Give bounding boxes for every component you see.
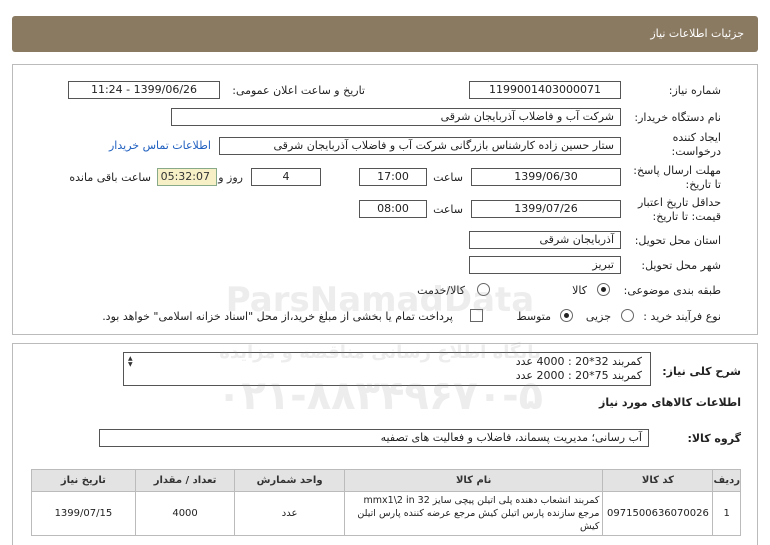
col-unit: واحد شمارش <box>234 469 345 492</box>
province-label: استان محل تحویل: <box>634 234 721 247</box>
buyer-field: شرکت آب و فاضلاب آذربایجان شرقی <box>171 108 621 126</box>
announce-field: 1399/06/26 - 11:24 <box>68 81 220 99</box>
goods-group-label-text: گروه کالا: <box>687 432 741 445</box>
purchase-minor-label: جزیی <box>585 310 611 323</box>
validity-date-field: 1399/07/26 <box>471 200 621 218</box>
cell-name: کمربند انشعاب دهنده پلی اتیلن پیچی سایز … <box>343 491 604 536</box>
cell-unit: عدد <box>234 491 345 536</box>
col-code: کد کالا <box>602 469 714 492</box>
creator-label-line2: درخواست: <box>671 145 721 158</box>
treasury-payment-note: پرداخت تمام یا بخشی از مبلغ خرید،از محل … <box>102 310 453 323</box>
purchase-medium-label: متوسط <box>516 310 551 323</box>
deadline-time-label: ساعت <box>433 171 463 184</box>
buyer-contact-link[interactable]: اطلاعات تماس خریدار <box>109 139 211 152</box>
table-row[interactable]: 1 0971500636070026 کمربند انشعاب دهنده پ… <box>31 491 741 536</box>
goods-group-field: آب رسانی؛ مدیریت پسماند، فاضلاب و فعالیت… <box>99 429 649 447</box>
summary-line-1: کمربند 32*20 : 4000 عدد <box>515 355 642 368</box>
buyer-label: نام دستگاه خریدار: <box>634 111 721 124</box>
cell-code: 0971500636070026 <box>602 491 714 536</box>
creator-field: ستار حسین زاده کارشناس بازرگانی شرکت آب … <box>219 137 621 155</box>
deadline-date-field: 1399/06/30 <box>471 168 621 186</box>
time-remaining-label: ساعت باقی مانده <box>69 171 151 184</box>
category-goods-radio[interactable] <box>597 283 610 296</box>
need-details-panel: شماره نیاز: 1199001403000071 تاریخ و ساع… <box>12 64 758 335</box>
need-number-label: شماره نیاز: <box>668 84 721 97</box>
page-title: جزئیات اطلاعات نیاز <box>650 27 744 40</box>
days-label: روز و <box>218 171 243 184</box>
summary-line-2: کمربند 75*20 : 2000 عدد <box>515 369 642 382</box>
summary-textarea[interactable]: کمربند 32*20 : 4000 عدد کمربند 75*20 : 2… <box>123 352 651 386</box>
col-qty: تعداد / مقدار <box>134 469 236 492</box>
validity-label-line1: حداقل تاریخ اعتبار <box>637 196 721 209</box>
goods-table-header: ردیف کد کالا نام کالا واحد شمارش تعداد /… <box>31 469 741 492</box>
cell-qty: 4000 <box>134 491 236 536</box>
treasury-payment-checkbox[interactable] <box>470 309 483 322</box>
category-label: طبقه بندی موضوعی: <box>623 284 721 297</box>
category-goods-label: کالا <box>572 284 587 297</box>
goods-table: ردیف کد کالا نام کالا واحد شمارش تعداد /… <box>31 469 741 536</box>
goods-section-title: اطلاعات کالاهای مورد نیاز <box>599 396 741 409</box>
purchase-type-label: نوع فرآیند خرید : <box>643 310 721 323</box>
deadline-label-line2: تا تاریخ: <box>685 178 721 191</box>
category-goods-service-label: کالا/خدمت <box>417 284 465 297</box>
purchase-medium-radio[interactable] <box>560 309 573 322</box>
col-row: ردیف <box>712 469 741 492</box>
deadline-label-line1: مهلت ارسال پاسخ: <box>633 164 721 177</box>
need-number-field: 1199001403000071 <box>469 81 621 99</box>
col-date: تاریخ نیاز <box>31 469 136 492</box>
purchase-minor-radio[interactable] <box>621 309 634 322</box>
cell-row: 1 <box>712 491 741 536</box>
summary-label: شرح کلی نیاز: <box>662 365 741 378</box>
validity-time-label: ساعت <box>433 203 463 216</box>
cell-date: 1399/07/15 <box>31 491 136 536</box>
creator-label-line1: ایجاد کننده <box>672 131 721 144</box>
deadline-time-field: 17:00 <box>359 168 427 186</box>
city-field: تبریز <box>469 256 621 274</box>
category-goods-service-radio[interactable] <box>477 283 490 296</box>
province-field: آذربایجان شرقی <box>469 231 621 249</box>
col-name: نام کالا <box>343 469 604 492</box>
validity-time-field: 08:00 <box>359 200 427 218</box>
summary-and-goods-panel: شرح کلی نیاز: کمربند 32*20 : 4000 عدد کم… <box>12 343 758 545</box>
announce-label: تاریخ و ساعت اعلان عمومی: <box>232 84 365 97</box>
validity-label-line2: قیمت: تا تاریخ: <box>652 210 721 223</box>
page-header: جزئیات اطلاعات نیاز <box>12 16 758 52</box>
textarea-scroll-arrows-icon[interactable]: ▲ ▼ <box>128 356 133 368</box>
city-label: شهر محل تحویل: <box>641 259 721 272</box>
time-remaining-field: 05:32:07 <box>157 168 217 186</box>
days-remaining-field: 4 <box>251 168 321 186</box>
